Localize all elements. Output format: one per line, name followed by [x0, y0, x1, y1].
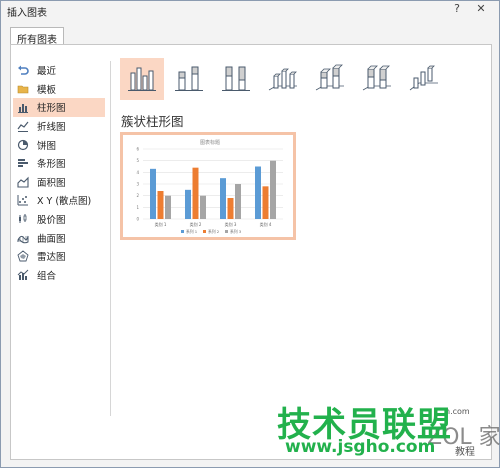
bar-series2-cat3	[227, 198, 234, 219]
subtype-option-5[interactable]	[355, 58, 399, 100]
bar-series1-cat1	[150, 168, 156, 219]
subtype-option-3[interactable]	[261, 58, 305, 100]
chart-title: 图表标题	[200, 139, 220, 146]
combo-chart-icon	[17, 269, 29, 281]
sidebar-item-label: 条形图	[37, 159, 66, 171]
3d-clustered-column-icon	[268, 64, 298, 95]
subtype-option-6[interactable]	[402, 58, 446, 100]
legend-label-2: 系列 2	[208, 229, 220, 234]
sidebar-item-label: 股价图	[37, 215, 66, 227]
y-tick-label: 4	[136, 170, 139, 175]
bar-chart-icon	[17, 157, 29, 169]
3d-stacked-column-icon	[315, 64, 345, 95]
title-bar: 插入图表 ? ✕	[1, 1, 499, 19]
preview-chart: 图表标题 0 1 2 3 4 5 6 类别 1 类别 2 类别 3 类别 4 系列 1 系列 2 系列 3	[136, 139, 283, 234]
y-tick-label: 0	[136, 217, 139, 222]
sidebar-item-4[interactable]: 饼图	[13, 135, 105, 154]
chart-subtype-gallery	[120, 58, 449, 100]
bar-series1-cat3	[220, 178, 226, 219]
sidebar-item-label: 组合	[37, 270, 57, 282]
bar-series1-cat4	[255, 166, 261, 219]
100-stacked-column-icon	[221, 64, 251, 95]
scatter-chart-icon	[17, 194, 29, 206]
legend-swatch-1	[181, 230, 184, 233]
sidebar-item-label: 柱形图	[37, 103, 66, 115]
bar-series2-cat4	[262, 186, 269, 219]
x-tick-label: 类别 4	[260, 221, 272, 227]
pie-chart-icon	[17, 139, 29, 151]
sidebar-item-label: 饼图	[37, 140, 57, 152]
sidebar-item-6[interactable]: 面积图	[13, 173, 105, 192]
column-chart-icon	[17, 101, 29, 114]
x-tick-label: 类别 1	[155, 221, 167, 227]
bar-series3-cat2	[200, 195, 206, 219]
bar-series3-cat1	[165, 195, 171, 219]
sidebar-item-label: X Y (散点图)	[37, 196, 92, 208]
legend-label-1: 系列 1	[186, 229, 198, 234]
sidebar-item-1[interactable]: 模板	[13, 80, 105, 99]
sidebar-item-0[interactable]: 最近	[13, 61, 105, 80]
radar-chart-icon	[17, 250, 29, 262]
surface-chart-icon	[17, 232, 29, 244]
vertical-divider	[110, 61, 111, 416]
legend-swatch-3	[225, 230, 228, 233]
stacked-column-icon	[174, 64, 204, 95]
selected-chart-name: 簇状柱形图	[121, 114, 184, 129]
sidebar-item-8[interactable]: 股价图	[13, 210, 105, 229]
undo-arrow-icon	[17, 64, 29, 76]
tab-all-charts[interactable]: 所有图表	[10, 27, 64, 46]
sidebar-item-3[interactable]: 折线图	[13, 117, 105, 136]
y-tick-label: 6	[136, 147, 139, 152]
legend-label-3: 系列 3	[230, 229, 242, 234]
dialog-title: 插入图表	[7, 8, 47, 19]
bar-series1-cat2	[185, 189, 191, 219]
watermark-sub-text: 教程	[455, 447, 475, 458]
watermark-url: www.jsgho.com	[285, 437, 436, 457]
y-tick-label: 2	[136, 193, 139, 198]
3d-100-stacked-column-icon	[362, 64, 392, 95]
y-tick-label: 5	[136, 158, 139, 163]
sidebar-item-9[interactable]: 曲面图	[13, 228, 105, 247]
sidebar-item-10[interactable]: 雷达图	[13, 247, 105, 266]
help-icon[interactable]: ?	[447, 2, 467, 16]
sidebar-item-label: 模板	[37, 84, 57, 96]
sidebar-item-label: 曲面图	[37, 233, 66, 245]
subtype-option-4[interactable]	[308, 58, 352, 100]
chart-category-list: 最近模板柱形图折线图饼图条形图面积图 X Y (散点图) 股价图曲面图雷达图组合	[13, 61, 105, 284]
bar-series2-cat1	[157, 191, 164, 219]
sidebar-item-label: 折线图	[37, 122, 66, 134]
sidebar-item-label: 最近	[37, 66, 57, 78]
sidebar-item-5[interactable]: 条形图	[13, 154, 105, 173]
sidebar-item-11[interactable]: 组合	[13, 266, 105, 285]
y-tick-label: 3	[136, 182, 139, 187]
bar-series3-cat3	[235, 184, 241, 219]
sidebar-item-2[interactable]: 柱形图	[13, 98, 105, 117]
insert-chart-dialog: 插入图表 ? ✕ 所有图表 最近模板柱形图折线图饼图条形图面积图 X Y (散点图…	[0, 0, 500, 468]
folder-icon	[17, 83, 29, 95]
subtype-option-1[interactable]	[167, 58, 211, 100]
stock-chart-icon	[17, 213, 29, 225]
line-chart-icon	[17, 120, 29, 133]
sidebar-item-label: 面积图	[37, 177, 66, 189]
close-icon[interactable]: ✕	[471, 2, 491, 16]
legend-swatch-2	[203, 230, 206, 233]
bar-series2-cat2	[192, 167, 199, 219]
3d-column-icon	[409, 64, 439, 95]
sidebar-item-7[interactable]: X Y (散点图)	[13, 191, 105, 210]
subtype-option-0[interactable]	[120, 58, 164, 100]
x-tick-label: 类别 2	[190, 221, 202, 227]
subtype-option-2[interactable]	[214, 58, 258, 100]
x-tick-label: 类别 3	[225, 221, 237, 227]
y-tick-label: 1	[136, 205, 139, 210]
sidebar-item-label: 雷达图	[37, 252, 66, 264]
bar-series3-cat4	[270, 160, 276, 219]
area-chart-icon	[17, 176, 29, 188]
chart-preview[interactable]: 图表标题 0 1 2 3 4 5 6 类别 1 类别 2 类别 3 类别 4 系列 1 系列 2 系列 3	[120, 132, 296, 240]
clustered-column-icon	[127, 64, 157, 95]
